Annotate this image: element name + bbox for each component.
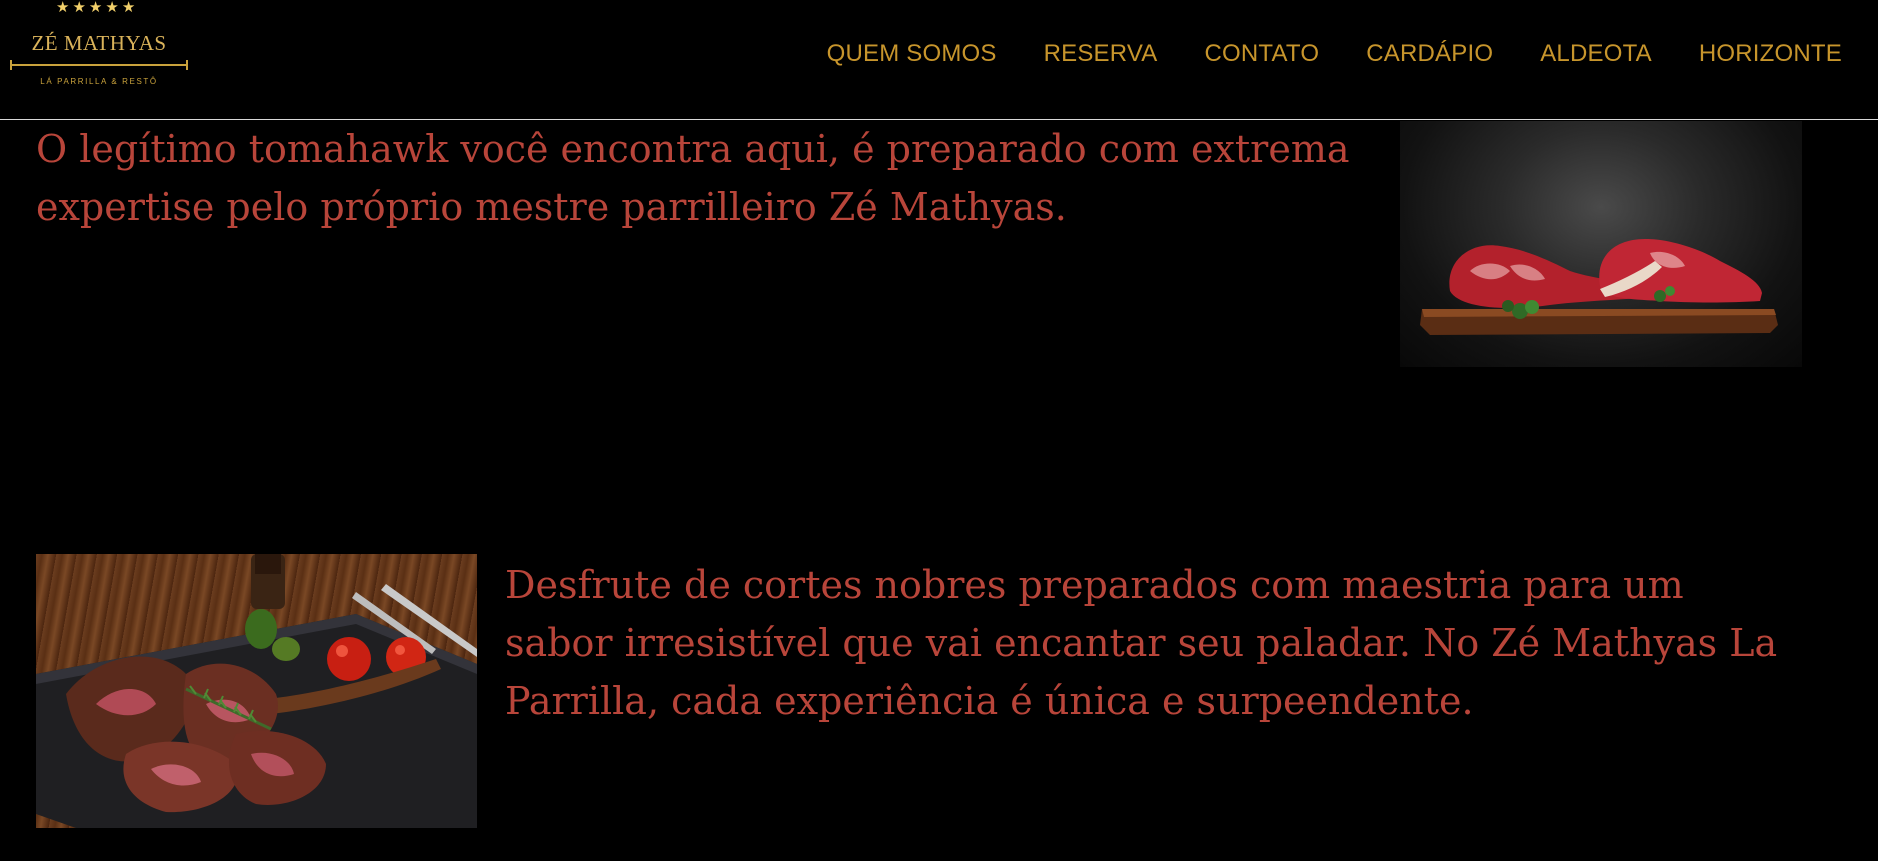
tomahawk-description: O legítimo tomahawk você encontra aqui, … bbox=[36, 127, 1350, 229]
nav-horizonte[interactable]: HORIZONTE bbox=[1699, 40, 1842, 68]
site-header: ★ ★ ★ ★ ★ ZÉ MATHYAS LÁ PARRILLA & RESTÔ… bbox=[0, 0, 1878, 120]
steak-plate-illustration bbox=[36, 554, 477, 828]
logo[interactable]: ★ ★ ★ ★ ★ ZÉ MATHYAS LÁ PARRILLA & RESTÔ bbox=[4, 0, 194, 92]
nav-cardapio[interactable]: CARDÁPIO bbox=[1366, 40, 1493, 68]
cuts-description: Desfrute de cortes nobres preparados com… bbox=[505, 563, 1778, 723]
star-icon: ★ bbox=[72, 0, 86, 16]
main-nav: QUEM SOMOS RESERVA CONTATO CARDÁPIO ALDE… bbox=[827, 40, 1842, 68]
star-icon: ★ bbox=[88, 0, 103, 16]
star-icon: ★ bbox=[56, 0, 70, 16]
star-icon: ★ bbox=[121, 0, 136, 16]
nav-aldeota[interactable]: ALDEOTA bbox=[1540, 40, 1652, 68]
nav-quem-somos[interactable]: QUEM SOMOS bbox=[827, 40, 997, 68]
tomahawk-image bbox=[1400, 121, 1802, 367]
nav-reserva[interactable]: RESERVA bbox=[1044, 40, 1158, 68]
logo-tagline: LÁ PARRILLA & RESTÔ bbox=[40, 77, 158, 86]
grilled-steak-image bbox=[36, 554, 477, 828]
logo-divider bbox=[10, 60, 188, 70]
logo-name: ZÉ MATHYAS bbox=[31, 31, 167, 55]
star-icon: ★ bbox=[105, 0, 119, 16]
nav-contato[interactable]: CONTATO bbox=[1205, 40, 1320, 68]
rating-stars: ★ ★ ★ ★ ★ bbox=[56, 0, 146, 16]
tomahawk-illustration bbox=[1420, 239, 1778, 335]
